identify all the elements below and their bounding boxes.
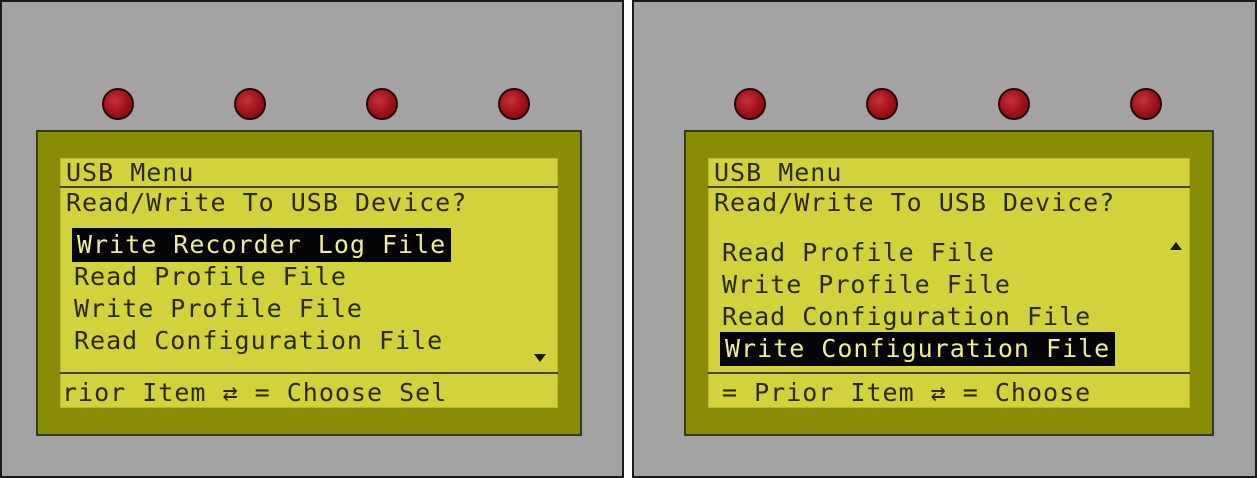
- menu-item[interactable]: Read Profile File: [722, 238, 995, 268]
- led-button-1[interactable]: [734, 88, 766, 120]
- menu-item[interactable]: Write Profile File: [74, 294, 363, 324]
- led-button-2[interactable]: [234, 88, 266, 120]
- menu-title: USB Menu: [714, 158, 843, 187]
- menu-item[interactable]: Read Profile File: [74, 262, 347, 292]
- lcd-display: USB Menu Read/Write To USB Device? Write…: [60, 158, 558, 408]
- lcd-bezel: USB Menu Read/Write To USB Device? Write…: [36, 130, 582, 436]
- left-device-panel: USB Menu Read/Write To USB Device? Write…: [0, 0, 624, 478]
- led-button-1[interactable]: [102, 88, 134, 120]
- menu-item-selected[interactable]: Write Configuration File: [719, 332, 1116, 366]
- led-button-3[interactable]: [366, 88, 398, 120]
- led-row: [2, 88, 622, 122]
- softkey-footer: = Prior Item ⇄ = Choose: [722, 378, 1092, 407]
- led-button-4[interactable]: [498, 88, 530, 120]
- up-arrow-icon: [1170, 242, 1182, 250]
- menu-title: USB Menu: [66, 158, 195, 187]
- down-arrow-icon: [534, 354, 546, 362]
- led-button-3[interactable]: [998, 88, 1030, 120]
- lcd-bezel: USB Menu Read/Write To USB Device? Read …: [684, 130, 1214, 436]
- menu-prompt: Read/Write To USB Device?: [66, 188, 468, 217]
- right-device-panel: USB Menu Read/Write To USB Device? Read …: [632, 0, 1257, 478]
- menu-item[interactable]: Write Profile File: [722, 270, 1011, 300]
- footer-divider: [60, 372, 558, 374]
- footer-divider: [708, 372, 1190, 374]
- softkey-footer: rior Item ⇄ = Choose Sel: [62, 378, 448, 407]
- menu-item[interactable]: Read Configuration File: [722, 302, 1091, 332]
- menu-item-selected[interactable]: Write Recorder Log File: [71, 228, 452, 262]
- led-button-4[interactable]: [1130, 88, 1162, 120]
- menu-item[interactable]: Read Configuration File: [74, 326, 443, 356]
- lcd-display: USB Menu Read/Write To USB Device? Read …: [708, 158, 1190, 408]
- menu-prompt: Read/Write To USB Device?: [714, 188, 1116, 217]
- led-row: [634, 88, 1255, 122]
- led-button-2[interactable]: [866, 88, 898, 120]
